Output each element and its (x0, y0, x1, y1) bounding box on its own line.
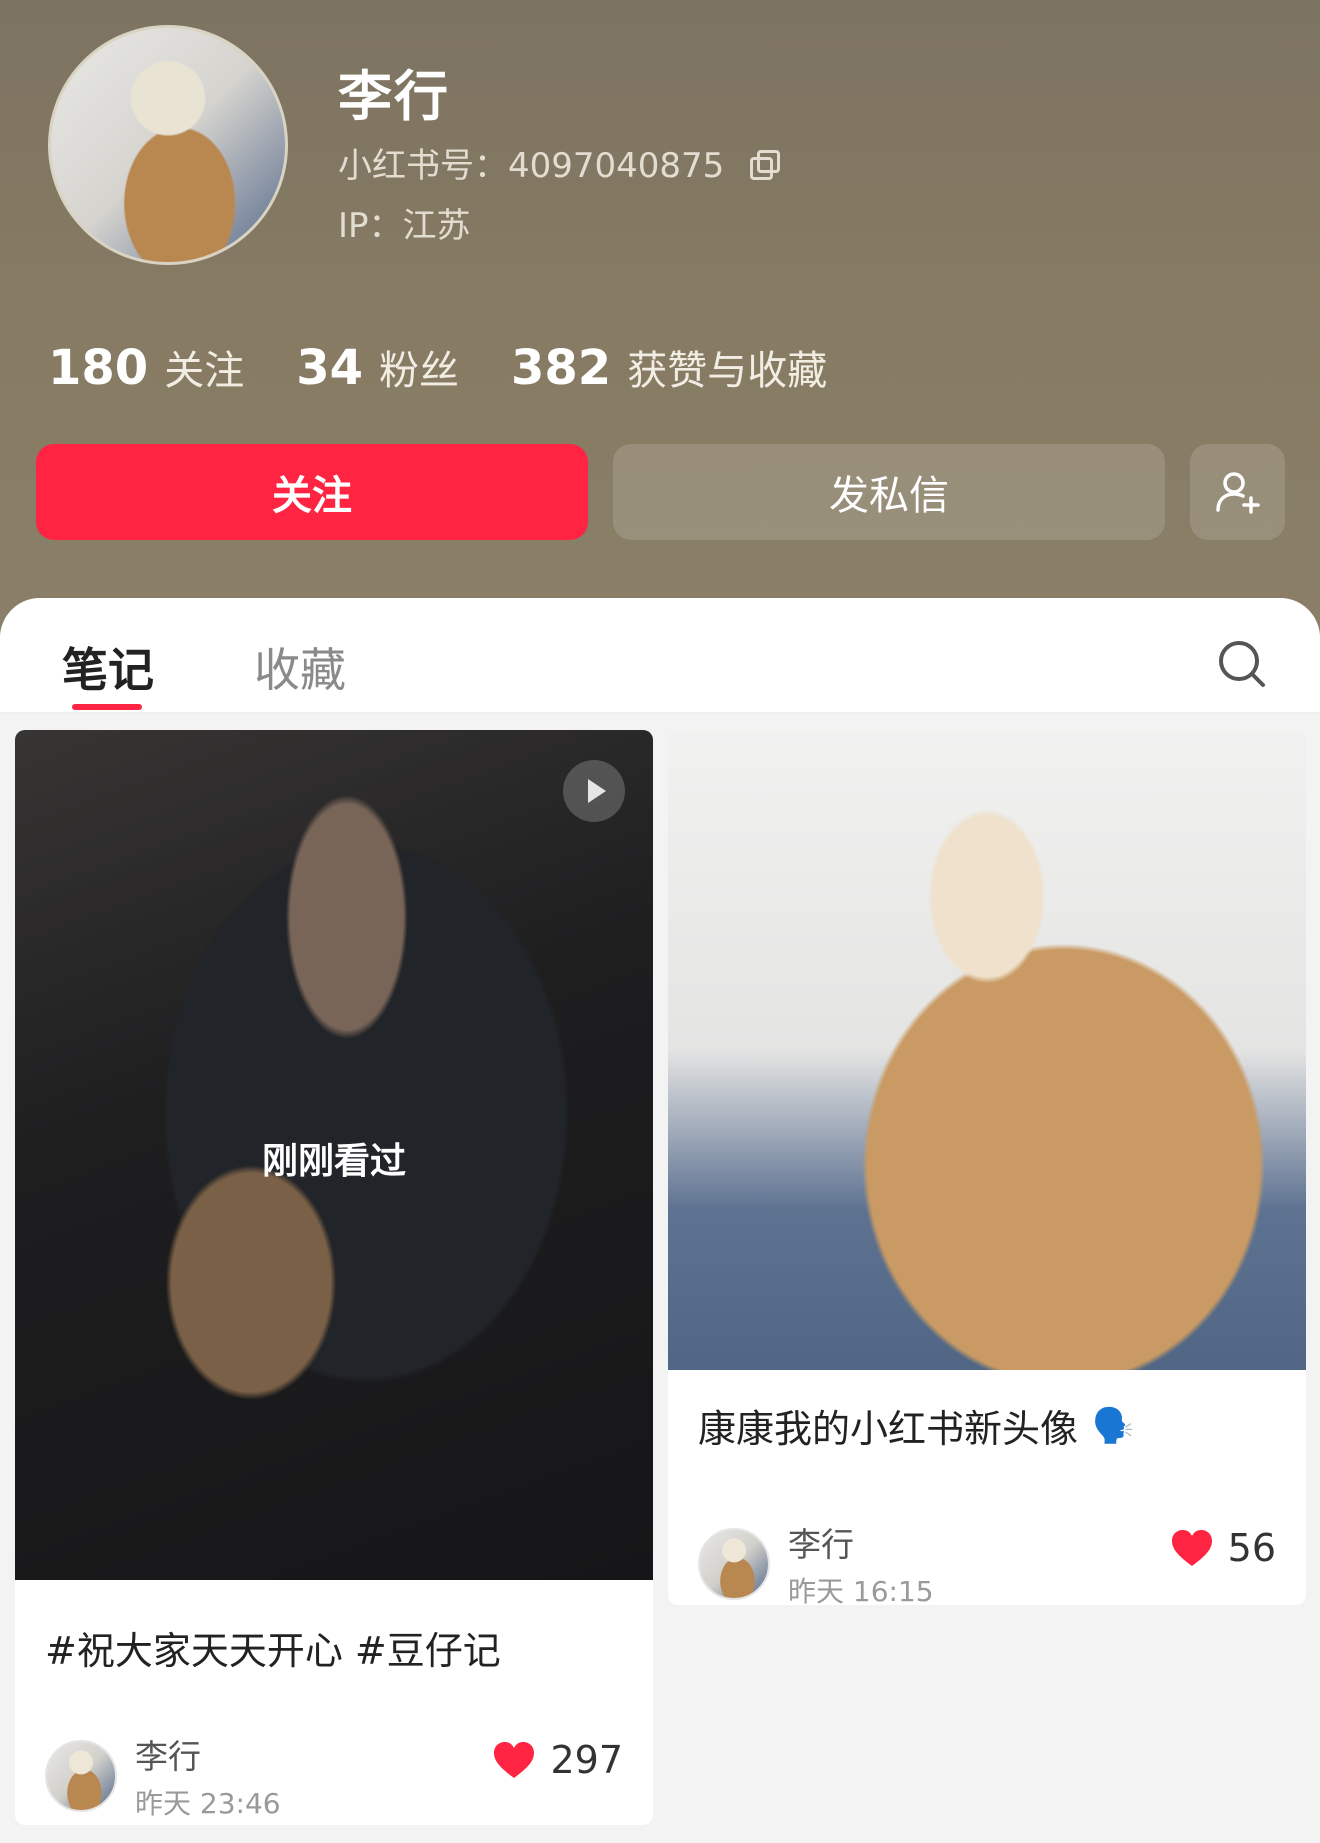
profile-id-label: 小红书号： (338, 146, 508, 186)
heart-icon (1171, 1530, 1212, 1566)
profile-header: 李行 小红书号：4097040875 IP：江苏 180 关注 34 粉丝 38… (0, 0, 1320, 640)
like-button[interactable]: 297 (492, 1738, 623, 1782)
post-cover-image[interactable]: 刚刚看过 (15, 730, 653, 1580)
post-cover-image[interactable] (668, 730, 1306, 1370)
post-card[interactable]: 刚刚看过 #祝大家天天开心 #豆仔记 李行 昨天 23:46 297 (15, 730, 653, 1825)
post-title: 康康我的小红书新头像 (698, 1407, 1079, 1451)
post-title[interactable]: #祝大家天天开心 #豆仔记 (45, 1620, 501, 1675)
tab-collect[interactable]: 收藏 (254, 634, 346, 700)
active-tab-indicator (72, 704, 142, 710)
search-button[interactable] (1214, 636, 1270, 692)
add-friend-button[interactable] (1190, 444, 1285, 540)
copy-icon[interactable] (750, 149, 781, 180)
profile-id-value: 4097040875 (508, 146, 725, 186)
recently-viewed-label: 刚刚看过 (261, 1141, 406, 1182)
profile-avatar[interactable] (48, 25, 288, 265)
stat-likes-label: 获赞与收藏 (627, 348, 828, 394)
author-name: 李行 (135, 1737, 201, 1776)
author-avatar (698, 1528, 770, 1600)
profile-id-text: 小红书号：4097040875 (338, 138, 724, 187)
stat-following-count: 180 (48, 340, 149, 396)
add-user-icon (1215, 472, 1260, 514)
post-time: 昨天 16:15 (788, 1575, 934, 1605)
profile-ip-row: IP：江苏 (338, 198, 471, 247)
profile-id-row: 小红书号：4097040875 (338, 138, 781, 187)
like-button[interactable]: 56 (1170, 1526, 1276, 1570)
stat-following-label: 关注 (164, 348, 245, 394)
author-name: 李行 (788, 1525, 854, 1564)
message-button[interactable]: 发私信 (613, 444, 1165, 540)
tab-notes[interactable]: 笔记 (62, 634, 154, 700)
post-title-row[interactable]: 康康我的小红书新头像 🗣️ (698, 1398, 1134, 1453)
profile-name: 李行 (338, 65, 450, 128)
author-info: 李行 昨天 23:46 (135, 1730, 281, 1822)
post-card[interactable]: 康康我的小红书新头像 🗣️ 李行 昨天 16:15 56 (668, 730, 1306, 1605)
speaking-head-emoji: 🗣️ (1092, 1405, 1135, 1446)
stat-likes-count: 382 (511, 340, 612, 396)
ip-label: IP： (338, 206, 403, 246)
content-panel: 笔记 收藏 刚刚看过 #祝大家天天开心 #豆仔记 李行 昨天 23:46 297… (0, 598, 1320, 1843)
author-info: 李行 昨天 16:15 (788, 1518, 934, 1605)
stat-followers[interactable]: 34 粉丝 (296, 338, 459, 396)
video-play-icon (563, 760, 625, 822)
search-icon (1219, 641, 1265, 687)
like-count: 297 (550, 1738, 623, 1782)
stat-followers-count: 34 (296, 340, 363, 396)
heart-icon (494, 1742, 535, 1778)
stat-likes-collects[interactable]: 382 获赞与收藏 (511, 338, 827, 396)
profile-ip-text: IP：江苏 (338, 198, 471, 247)
stat-following[interactable]: 180 关注 (48, 338, 244, 396)
like-count: 56 (1227, 1526, 1276, 1570)
stat-followers-label: 粉丝 (379, 348, 459, 394)
author-avatar (45, 1740, 117, 1812)
post-time: 昨天 23:46 (135, 1787, 281, 1820)
post-author[interactable]: 李行 昨天 23:46 (45, 1730, 281, 1822)
profile-stats: 180 关注 34 粉丝 382 获赞与收藏 (48, 338, 827, 396)
ip-value: 江苏 (402, 206, 471, 246)
follow-button[interactable]: 关注 (36, 444, 588, 540)
tab-bar: 笔记 收藏 (0, 598, 1320, 714)
post-author[interactable]: 李行 昨天 16:15 (698, 1518, 934, 1605)
